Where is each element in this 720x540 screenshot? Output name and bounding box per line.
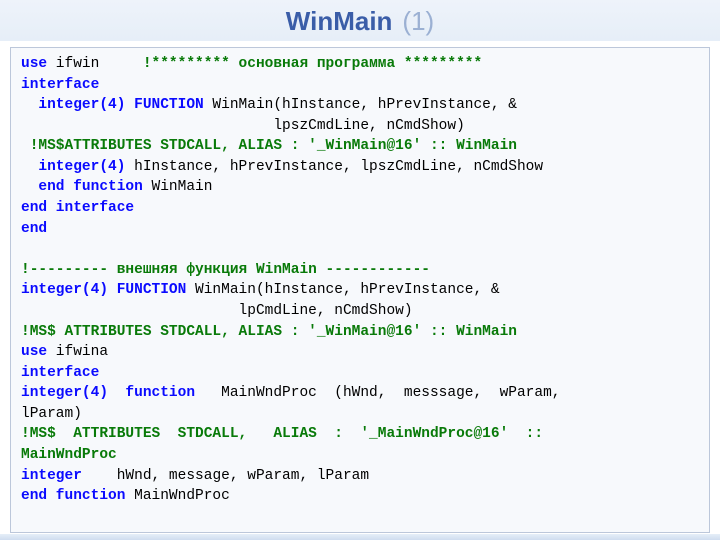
- code-text: ifwin: [47, 56, 143, 72]
- code-comment: !MS$ ATTRIBUTES STDCALL, ALIAS : '_MainW…: [21, 426, 543, 442]
- code-text: MainWndProc (hWnd, messsage, wParam,: [195, 385, 560, 401]
- code-kw: end function: [21, 179, 143, 195]
- footer-bar: [0, 534, 720, 540]
- code-kw: interface: [21, 77, 99, 93]
- code-kw: integer: [21, 468, 82, 484]
- code-text: lpszCmdLine, nCmdShow): [21, 118, 465, 134]
- code-comment: !********* основная программа *********: [143, 56, 482, 72]
- slide-header: WinMain (1): [0, 0, 720, 41]
- code-kw: integer(4): [21, 159, 125, 175]
- code-text: WinMain: [143, 179, 213, 195]
- code-text: WinMain(hInstance, hPrevInstance, &: [204, 97, 517, 113]
- code-comment: !--------- внешняя функция WinMain -----…: [21, 262, 430, 278]
- code-kw: end function: [21, 488, 125, 504]
- code-kw: integer(4) function: [21, 385, 195, 401]
- code-kw: integer(4) FUNCTION: [21, 282, 186, 298]
- code-text: MainWndProc: [125, 488, 229, 504]
- code-text: hWnd, message, wParam, lParam: [82, 468, 369, 484]
- code-text: hInstance, hPrevInstance, lpszCmdLine, n…: [125, 159, 543, 175]
- code-text: WinMain(hInstance, hPrevInstance, &: [186, 282, 499, 298]
- code-kw: end: [21, 221, 47, 237]
- code-text: ifwina: [47, 344, 108, 360]
- code-text: lpCmdLine, nCmdShow): [21, 303, 413, 319]
- code-kw: use: [21, 344, 47, 360]
- code-kw: use: [21, 56, 47, 72]
- page-title-index: (1): [402, 6, 434, 36]
- code-block: use ifwin !********* основная программа …: [10, 47, 710, 533]
- code-comment: MainWndProc: [21, 447, 117, 463]
- code-kw: integer(4) FUNCTION: [21, 97, 204, 113]
- code-kw: end interface: [21, 200, 134, 216]
- code-comment: !MS$ATTRIBUTES STDCALL, ALIAS : '_WinMai…: [21, 138, 517, 154]
- code-comment: !MS$ ATTRIBUTES STDCALL, ALIAS : '_WinMa…: [21, 324, 517, 340]
- code-text: lParam): [21, 406, 82, 422]
- page-title: WinMain: [286, 6, 393, 36]
- code-kw: interface: [21, 365, 99, 381]
